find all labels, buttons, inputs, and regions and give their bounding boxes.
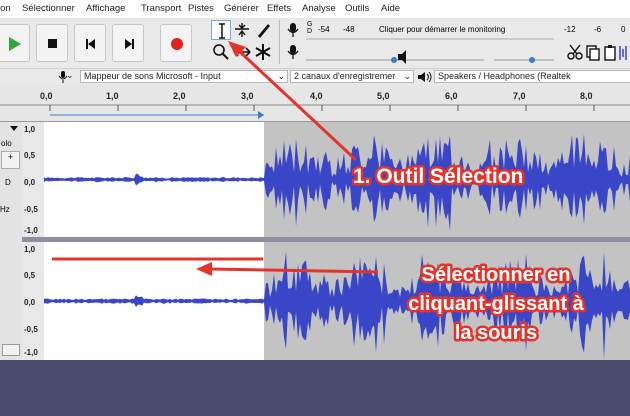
annotation-overlay: 1. Outil Sélection Sélectionner en cliqu… (52, 41, 587, 347)
annotation-tool-label: 1. Outil Sélection (353, 165, 523, 188)
annotation-arrow-select (209, 267, 379, 274)
annotation-arrow-tool (236, 48, 358, 162)
annotation-select-line-3: la souris (455, 322, 537, 344)
annotation-select-line-2: cliquant-glissant à (408, 293, 584, 315)
annotation-arrowhead (196, 262, 212, 276)
annotation-select-line-1: Sélectionner en (422, 264, 571, 286)
